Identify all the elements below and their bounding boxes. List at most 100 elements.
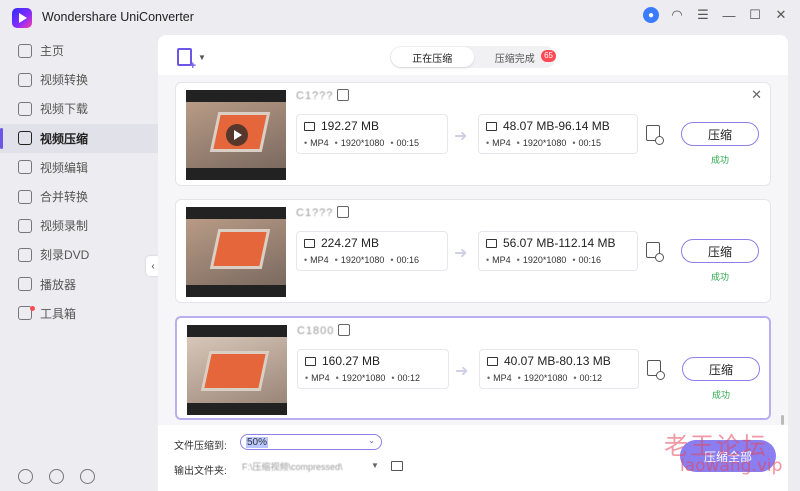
source-size: 192.27 MB	[321, 119, 380, 133]
file-card[interactable]: C1??? 224.27 MB MP4 1920*1080 00:16 ➜ 56.0…	[175, 199, 771, 303]
file-name: C1800	[297, 325, 335, 337]
source-format: MP4	[305, 373, 330, 383]
convert-icon	[18, 72, 32, 87]
folder-icon	[305, 356, 316, 366]
source-resolution: 1920*1080	[335, 138, 385, 148]
sidebar-item-toolbox[interactable]: 工具箱	[0, 299, 158, 328]
settings-icon[interactable]	[646, 242, 664, 262]
sidebar-item-edit[interactable]: 视频编辑	[0, 153, 158, 182]
sidebar-item-dvd[interactable]: 刻录DVD	[0, 240, 158, 269]
close-icon[interactable]: ✕	[772, 6, 790, 24]
sidebar-item-label: 刻录DVD	[40, 248, 90, 263]
folder-icon	[486, 121, 497, 131]
edit-icon[interactable]	[337, 206, 349, 218]
completed-count-badge: 65	[541, 50, 556, 62]
video-thumbnail[interactable]	[186, 207, 286, 297]
target-resolution: 1920*1080	[517, 255, 567, 265]
sidebar-item-home[interactable]: 主页	[0, 36, 158, 65]
download-icon	[18, 101, 32, 116]
dvd-icon	[18, 247, 32, 262]
arrow-right-icon: ➜	[454, 245, 468, 262]
source-info: 224.27 MB MP4 1920*1080 00:16	[296, 231, 448, 271]
video-thumbnail[interactable]	[187, 325, 287, 415]
folder-icon	[487, 356, 498, 366]
source-format: MP4	[304, 255, 329, 265]
maximize-icon[interactable]: ☐	[746, 6, 764, 24]
target-info: 40.07 MB-80.13 MB MP4 1920*1080 00:12	[479, 349, 639, 389]
tab-completed[interactable]: 压缩完成 65	[474, 47, 556, 67]
folder-icon	[486, 238, 497, 248]
source-duration: 00:16	[390, 255, 420, 265]
source-info: 192.27 MB MP4 1920*1080 00:15	[296, 114, 448, 154]
play-icon[interactable]	[226, 124, 248, 146]
target-duration: 00:12	[573, 373, 603, 383]
target-info: 56.07 MB-112.14 MB MP4 1920*1080 00:16	[478, 231, 638, 271]
target-format: MP4	[487, 373, 512, 383]
main-panel: ▼ 正在压缩 压缩完成 65 C1??? ✕ 192.27 MB MP4 1920…	[158, 35, 788, 491]
status-text: 成功	[710, 155, 729, 165]
target-size: 56.07 MB-112.14 MB	[503, 236, 616, 250]
source-format: MP4	[304, 138, 329, 148]
sidebar-item-download[interactable]: 视频下载	[0, 94, 158, 123]
sidebar-item-label: 视频编辑	[40, 160, 89, 175]
file-card[interactable]: C1800 160.27 MB MP4 1920*1080 00:12 ➜ 40.0…	[175, 316, 771, 420]
file-name: C1???	[296, 207, 334, 219]
settings-icon[interactable]	[647, 360, 665, 380]
feedback-icon[interactable]	[80, 469, 95, 484]
video-thumbnail[interactable]	[186, 90, 286, 180]
source-resolution: 1920*1080	[336, 373, 386, 383]
file-name: C1???	[296, 90, 334, 102]
sidebar-item-convert[interactable]: 视频转换	[0, 65, 158, 94]
sidebar: 主页 视频转换 视频下载 视频压缩 视频编辑 合并转换 视频录制 刻录DVD 播…	[0, 36, 158, 491]
app-logo	[12, 8, 32, 28]
sidebar-item-label: 工具箱	[40, 306, 77, 321]
compress-button[interactable]: 压缩	[682, 357, 760, 381]
user-icon[interactable]: ●	[642, 6, 660, 24]
sidebar-item-label: 主页	[40, 44, 65, 59]
compress-button[interactable]: 压缩	[681, 122, 759, 146]
sidebar-item-compress[interactable]: 视频压缩	[0, 123, 158, 153]
file-card[interactable]: C1??? ✕ 192.27 MB MP4 1920*1080 00:15 ➜ 48…	[175, 82, 771, 186]
tab-compressing[interactable]: 正在压缩	[391, 47, 474, 67]
target-format: MP4	[486, 255, 511, 265]
scrollbar[interactable]	[781, 415, 784, 425]
notification-dot	[30, 305, 35, 311]
sidebar-item-label: 播放器	[40, 277, 77, 292]
target-format: MP4	[486, 138, 511, 148]
open-folder-icon[interactable]	[391, 461, 403, 471]
bell-icon[interactable]	[49, 469, 64, 484]
chevron-down-icon[interactable]: ▼	[371, 461, 379, 470]
help-icon[interactable]	[18, 469, 33, 484]
title-bar: Wondershare UniConverter ● ◠ ☰ — ☐ ✕	[0, 0, 800, 32]
sidebar-item-player[interactable]: 播放器	[0, 270, 158, 299]
settings-icon[interactable]	[646, 125, 664, 145]
edit-icon[interactable]	[338, 324, 350, 336]
app-title: Wondershare UniConverter	[42, 10, 194, 24]
source-duration: 00:12	[391, 373, 421, 383]
target-duration: 00:15	[572, 138, 602, 148]
sidebar-item-merge[interactable]: 合并转换	[0, 182, 158, 211]
merge-icon	[18, 189, 32, 204]
status-text: 成功	[710, 272, 729, 282]
compress-button[interactable]: 压缩	[681, 239, 759, 263]
add-file-button[interactable]: ▼	[177, 45, 207, 72]
sidebar-item-label: 视频压缩	[40, 131, 89, 146]
target-resolution: 1920*1080	[518, 373, 568, 383]
edit-icon[interactable]	[337, 89, 349, 101]
target-size: 48.07 MB-96.14 MB	[503, 119, 610, 133]
compress-ratio-select[interactable]: 50% ⌄	[240, 434, 382, 450]
source-info: 160.27 MB MP4 1920*1080 00:12	[297, 349, 449, 389]
sidebar-item-record[interactable]: 视频录制	[0, 211, 158, 240]
add-file-icon	[177, 48, 196, 72]
target-info: 48.07 MB-96.14 MB MP4 1920*1080 00:15	[478, 114, 638, 154]
sidebar-item-label: 视频录制	[40, 219, 89, 234]
minimize-icon[interactable]: —	[720, 6, 738, 24]
menu-icon[interactable]: ☰	[694, 6, 712, 24]
play-icon	[18, 277, 32, 292]
source-size: 160.27 MB	[322, 354, 381, 368]
chevron-down-icon: ⌄	[368, 436, 375, 445]
headset-icon[interactable]: ◠	[668, 6, 686, 24]
output-folder-select[interactable]: F:\压缩视频\compressed\	[240, 460, 382, 474]
chevron-down-icon[interactable]: ▼	[198, 53, 206, 62]
remove-file-icon[interactable]: ✕	[751, 87, 762, 103]
